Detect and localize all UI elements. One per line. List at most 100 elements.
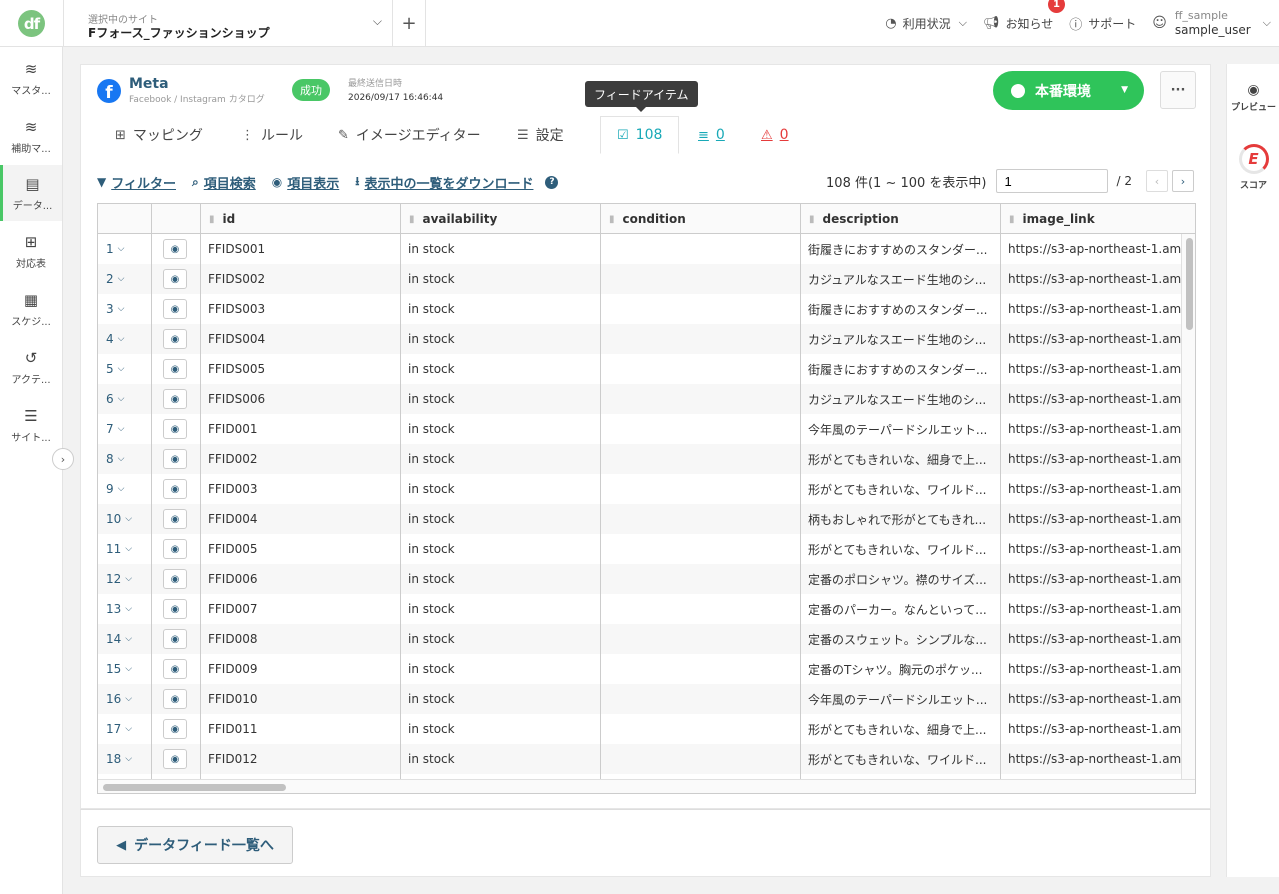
- tab-rule[interactable]: ⋮ ルール: [241, 116, 303, 154]
- add-site-button[interactable]: +: [393, 0, 426, 46]
- column-display-button[interactable]: ◉ 項目表示: [272, 173, 340, 192]
- more-options-button[interactable]: ···: [1160, 71, 1196, 109]
- row-number-toggle[interactable]: 15 ⌵: [98, 654, 151, 684]
- preview-button[interactable]: ◉ プレビュー: [1227, 82, 1279, 113]
- eye-icon[interactable]: ◉: [163, 629, 187, 649]
- sidebar-expand-button[interactable]: ›: [52, 448, 74, 470]
- prev-page-button[interactable]: ‹: [1146, 170, 1168, 192]
- row-number-toggle[interactable]: 7 ⌵: [98, 414, 151, 444]
- tab-error-items[interactable]: ⚠ 0: [761, 116, 789, 154]
- column-header-description[interactable]: ▮ description: [800, 204, 1000, 234]
- eye-icon[interactable]: ◉: [163, 569, 187, 589]
- table-row[interactable]: 10 ⌵ ◉ FFID004 in stock 柄もおしゃれで形がとてもきれ... http…: [98, 504, 1181, 534]
- back-to-feed-list-button[interactable]: ◀ データフィード一覧へ: [97, 826, 293, 864]
- table-row[interactable]: 16 ⌵ ◉ FFID010 in stock 今年風のテーパードシルエット... http…: [98, 684, 1181, 714]
- environment-toggle-button[interactable]: 本番環境 ▼: [993, 71, 1144, 110]
- table-row[interactable]: 11 ⌵ ◉ FFID005 in stock 形がとてもきれいな、ワイルド... http…: [98, 534, 1181, 564]
- eye-icon[interactable]: ◉: [163, 389, 187, 409]
- eye-icon[interactable]: ◉: [163, 659, 187, 679]
- eye-icon[interactable]: ◉: [163, 509, 187, 529]
- scroll-thumb[interactable]: [1186, 238, 1193, 330]
- score-button[interactable]: E スコア: [1227, 144, 1279, 191]
- row-number-toggle[interactable]: 11 ⌵: [98, 534, 151, 564]
- table-row[interactable]: 3 ⌵ ◉ FFIDS003 in stock 街履きにおすすめのスタンダー... http…: [98, 294, 1181, 324]
- eye-icon[interactable]: ◉: [163, 359, 187, 379]
- eye-icon[interactable]: ◉: [163, 419, 187, 439]
- table-row[interactable]: 5 ⌵ ◉ FFIDS005 in stock 街履きにおすすめのスタンダー... http…: [98, 354, 1181, 384]
- eye-icon[interactable]: ◉: [163, 269, 187, 289]
- row-number-toggle[interactable]: 5 ⌵: [98, 354, 151, 384]
- column-header-condition[interactable]: ▮ condition: [600, 204, 800, 234]
- column-header-availability[interactable]: ▮ availability: [400, 204, 600, 234]
- filter-button[interactable]: ▼ フィルター: [97, 173, 176, 192]
- table-row[interactable]: 9 ⌵ ◉ FFID003 in stock 形がとてもきれいな、ワイルド... https…: [98, 474, 1181, 504]
- row-number-toggle[interactable]: 3 ⌵: [98, 294, 151, 324]
- eye-icon[interactable]: ◉: [163, 449, 187, 469]
- sidebar-item-schedule[interactable]: ▦ スケジ...: [0, 281, 62, 337]
- tab-settings[interactable]: ☰ 設定: [517, 116, 564, 154]
- tab-mapping[interactable]: ⊞ マッピング: [115, 116, 203, 154]
- app-logo[interactable]: df: [18, 10, 45, 37]
- row-number-toggle[interactable]: 16 ⌵: [98, 684, 151, 714]
- row-number-toggle[interactable]: 9 ⌵: [98, 474, 151, 504]
- sidebar-item-master[interactable]: ≋ マスタ...: [0, 50, 62, 106]
- table-row[interactable]: 1 ⌵ ◉ FFIDS001 in stock 街履きにおすすめのスタンダー... http…: [98, 234, 1181, 264]
- eye-icon[interactable]: ◉: [163, 329, 187, 349]
- eye-icon[interactable]: ◉: [163, 539, 187, 559]
- tab-excluded-items[interactable]: ≡ 0: [698, 116, 725, 154]
- scroll-thumb[interactable]: [103, 784, 286, 791]
- download-button[interactable]: ⭳ 表示中の一覧をダウンロード: [355, 172, 533, 193]
- eye-icon[interactable]: ◉: [163, 719, 187, 739]
- page-number-input[interactable]: [995, 169, 1108, 193]
- eye-icon[interactable]: ◉: [163, 749, 187, 769]
- table-row[interactable]: 8 ⌵ ◉ FFID002 in stock 形がとてもきれいな、細身で上... https…: [98, 444, 1181, 474]
- row-number-toggle[interactable]: 17 ⌵: [98, 714, 151, 744]
- eye-icon[interactable]: ◉: [163, 689, 187, 709]
- support-link[interactable]: ⓘ サポート: [1069, 14, 1136, 33]
- column-search-button[interactable]: ⌕ 項目検索: [192, 173, 256, 192]
- sidebar-item-activity[interactable]: ↺ アクテ...: [0, 339, 62, 395]
- eye-icon[interactable]: ◉: [163, 599, 187, 619]
- table-row[interactable]: 17 ⌵ ◉ FFID011 in stock 形がとてもきれいな、細身で上... http…: [98, 714, 1181, 744]
- row-number-toggle[interactable]: 2 ⌵: [98, 264, 151, 294]
- row-number-toggle[interactable]: 10 ⌵: [98, 504, 151, 534]
- table-row[interactable]: 14 ⌵ ◉ FFID008 in stock 定番のスウェット。シンプルな... http…: [98, 624, 1181, 654]
- table-row[interactable]: 18 ⌵ ◉ FFID012 in stock 形がとてもきれいな、ワイルド... http…: [98, 744, 1181, 774]
- tab-label: 0: [779, 127, 789, 143]
- table-row[interactable]: 15 ⌵ ◉ FFID009 in stock 定番のTシャツ。胸元のポケッ... http…: [98, 654, 1181, 684]
- eye-icon[interactable]: ◉: [163, 479, 187, 499]
- row-number-toggle[interactable]: 12 ⌵: [98, 564, 151, 594]
- column-header-id[interactable]: ▮ id: [200, 204, 400, 234]
- eye-icon[interactable]: ◉: [163, 239, 187, 259]
- sidebar-item-data-feed[interactable]: ▤ データ...: [0, 165, 62, 221]
- table-row[interactable]: 6 ⌵ ◉ FFIDS006 in stock カジュアルなスエード生地のシ... http…: [98, 384, 1181, 414]
- eye-icon[interactable]: ◉: [163, 299, 187, 319]
- column-header-image-link[interactable]: ▮ image_link: [1000, 204, 1195, 234]
- table-row[interactable]: 13 ⌵ ◉ FFID007 in stock 定番のパーカー。なんといって... http…: [98, 594, 1181, 624]
- row-number-toggle[interactable]: 18 ⌵: [98, 744, 151, 774]
- sidebar-item-mapping-table[interactable]: ⊞ 対応表: [0, 223, 62, 279]
- vertical-scrollbar[interactable]: [1181, 234, 1195, 779]
- table-row[interactable]: 12 ⌵ ◉ FFID006 in stock 定番のポロシャツ。襟のサイズ... http…: [98, 564, 1181, 594]
- table-row[interactable]: 7 ⌵ ◉ FFID001 in stock 今年風のテーパードシルエット... https…: [98, 414, 1181, 444]
- table-row[interactable]: 2 ⌵ ◉ FFIDS002 in stock カジュアルなスエード生地のシ... http…: [98, 264, 1181, 294]
- row-number-toggle[interactable]: 14 ⌵: [98, 624, 151, 654]
- horizontal-scrollbar[interactable]: [98, 779, 1195, 793]
- row-number-toggle[interactable]: 8 ⌵: [98, 444, 151, 474]
- row-number-toggle[interactable]: 6 ⌵: [98, 384, 151, 414]
- row-number-toggle[interactable]: 13 ⌵: [98, 594, 151, 624]
- notice-link[interactable]: 📢︎ お知らせ 1: [983, 0, 1065, 32]
- row-number-toggle[interactable]: 4 ⌵: [98, 324, 151, 354]
- tab-image-editor[interactable]: ✎ イメージエディター: [338, 116, 481, 154]
- usage-menu[interactable]: ◔ 利用状況 ⌵: [885, 15, 967, 32]
- site-selector[interactable]: 選択中のサイト Fフォース_ファッションショップ ⌵: [63, 0, 393, 46]
- sidebar-item-site-settings[interactable]: ☰ サイト...: [0, 397, 62, 453]
- help-icon[interactable]: ?: [545, 175, 559, 189]
- sidebar-item-sub-master[interactable]: ≋ 補助マ...: [0, 108, 62, 164]
- table-row[interactable]: 4 ⌵ ◉ FFIDS004 in stock カジュアルなスエード生地のシ... http…: [98, 324, 1181, 354]
- next-page-button[interactable]: ›: [1172, 170, 1194, 192]
- user-menu[interactable]: ☺ ff_sample sample_user ⌵: [1152, 8, 1271, 38]
- row-number-toggle[interactable]: 1 ⌵: [98, 234, 151, 264]
- chevron-down-icon: ⌵: [117, 364, 125, 374]
- tab-feed-items[interactable]: ☑ 108: [600, 116, 680, 154]
